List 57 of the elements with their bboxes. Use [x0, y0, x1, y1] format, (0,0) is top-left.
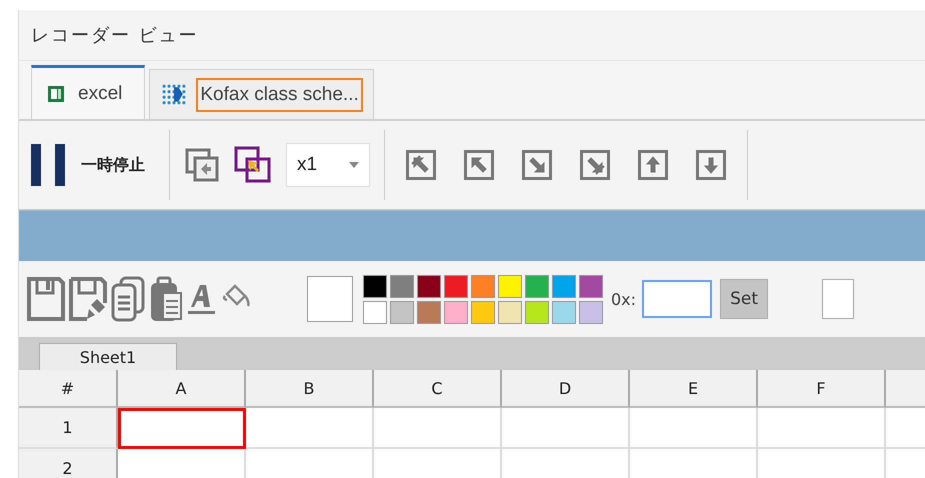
color-swatch[interactable] [444, 300, 468, 324]
sheet-tab[interactable]: Sheet1 [39, 343, 177, 370]
input-field[interactable] [822, 279, 854, 319]
color-swatch[interactable] [552, 274, 576, 298]
corner-header: # [19, 370, 118, 408]
color-swatch[interactable] [525, 274, 549, 298]
paste-icon[interactable] [149, 275, 183, 323]
color-swatch[interactable] [471, 300, 495, 324]
row-header[interactable]: 2 [19, 449, 118, 478]
column-header[interactable]: E [630, 370, 758, 408]
save-as-icon[interactable] [69, 275, 107, 323]
tab[interactable]: Kofax class sche... [149, 69, 374, 119]
column-header[interactable]: D [502, 370, 630, 408]
hex-input-field[interactable] [642, 280, 712, 318]
color-swatch[interactable] [363, 300, 387, 324]
color-swatch[interactable] [417, 274, 441, 298]
window-swap-icon[interactable] [184, 147, 220, 183]
arrow-up-left-icon[interactable] [464, 150, 494, 180]
table-cell[interactable] [118, 408, 246, 449]
hex-label: 0x: [611, 290, 636, 308]
spreadsheet-icon [46, 84, 66, 102]
current-color-swatch[interactable] [307, 276, 353, 322]
window-select-icon[interactable] [234, 146, 272, 184]
color-swatch[interactable] [417, 300, 441, 324]
column-header[interactable]: B [246, 370, 374, 408]
pause-icon [31, 144, 67, 186]
column-header[interactable]: C [374, 370, 502, 408]
column-header[interactable]: F [758, 370, 886, 408]
color-swatch[interactable] [552, 300, 576, 324]
set-button[interactable]: Set [720, 279, 768, 319]
arrow-up-icon[interactable] [638, 150, 668, 180]
copy-icon[interactable] [111, 275, 145, 323]
color-swatch[interactable] [579, 300, 603, 324]
dot-grid-icon [160, 84, 188, 106]
row-header[interactable]: 1 [19, 408, 118, 449]
save-icon[interactable] [27, 275, 65, 323]
tab-label: excel [77, 82, 124, 106]
window-title: レコーダー ビュー [31, 24, 199, 47]
arrow-down-right-bar-icon[interactable] [580, 150, 610, 180]
color-swatch[interactable] [579, 274, 603, 298]
arrow-up-left-bar-icon[interactable] [406, 150, 436, 180]
color-swatch[interactable] [471, 274, 495, 298]
color-swatch[interactable] [498, 300, 522, 324]
column-header[interactable]: A [118, 370, 246, 408]
arrow-down-right-icon[interactable] [522, 150, 552, 180]
arrow-down-icon[interactable] [696, 150, 726, 180]
color-swatch[interactable] [525, 300, 549, 324]
speed-dropdown[interactable]: x1 [286, 143, 370, 187]
color-swatch[interactable] [498, 274, 522, 298]
pause-button[interactable]: 一時停止 [31, 144, 155, 186]
tab[interactable]: excel [31, 65, 146, 119]
caret-icon [349, 162, 359, 168]
color-swatch[interactable] [390, 300, 414, 324]
tab-label: Kofax class sche... [196, 78, 363, 112]
color-swatch[interactable] [363, 274, 387, 298]
color-swatch[interactable] [390, 274, 414, 298]
color-swatch[interactable] [444, 274, 468, 298]
